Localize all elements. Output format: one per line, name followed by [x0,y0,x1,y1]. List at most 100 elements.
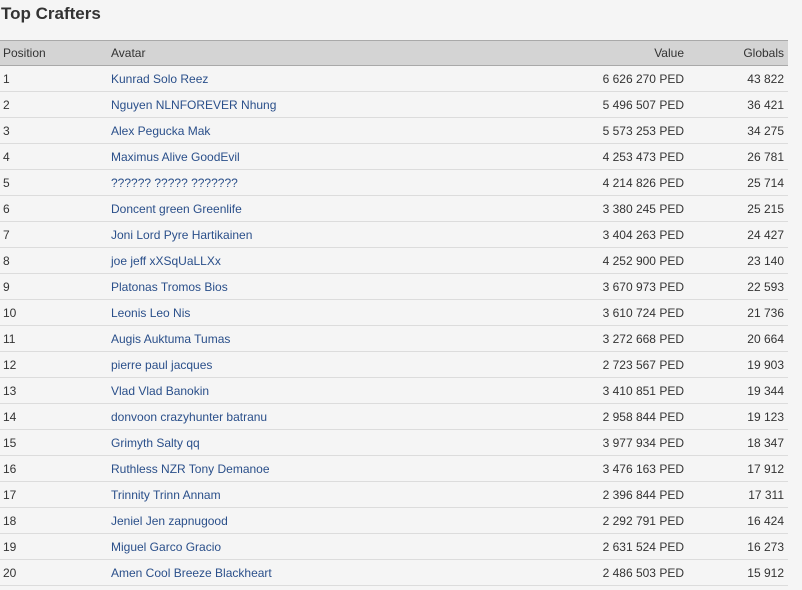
table-row: 5?????? ????? ??????? 4 214 826 PED 25 714 [0,169,788,196]
cell-position: 8 [0,247,110,274]
cell-position: 17 [0,481,110,508]
cell-avatar: Amen Cool Breeze Blackheart [110,559,500,586]
cell-avatar: Platonas Tromos Bios [110,273,500,300]
cell-position: 5 [0,169,110,196]
avatar-link[interactable]: Joni Lord Pyre Hartikainen [111,228,252,242]
table-row: 18 Jeniel Jen zapnugood 2 292 791 PED 16 42… [0,507,788,534]
cell-position: 6 [0,195,110,222]
avatar-link[interactable]: pierre paul jacques [111,358,212,372]
cell-globals: 36 421 [686,91,788,118]
avatar-link[interactable]: Kunrad Solo Reez [111,72,208,86]
cell-globals: 19 344 [686,377,788,404]
cell-globals: 25 714 [686,169,788,196]
cell-value: 5 573 253 PED [500,117,686,144]
table-row: 17 Trinnity Trinn Annam 2 396 844 PED 17 31… [0,481,788,508]
avatar-link[interactable]: ?????? ????? ??????? [111,176,238,190]
table-row: 13 Vlad Vlad Banokin 3 410 851 PED 19 344 [0,377,788,404]
column-header-position[interactable]: Position [0,40,110,66]
cell-globals: 17 912 [686,455,788,482]
cell-avatar: donvoon crazyhunter batranu [110,403,500,430]
cell-globals: 20 664 [686,325,788,352]
cell-position: 14 [0,403,110,430]
column-header-avatar-label: Avatar [111,46,146,60]
table-row: 3 Alex Pegucka Mak 5 573 253 PED 34 275 [0,117,788,144]
table-header-row: Position Avatar Value Globals [0,40,788,66]
cell-avatar: Maximus Alive GoodEvil [110,143,500,170]
cell-avatar: Vlad Vlad Banokin [110,377,500,404]
table-row: 10 Leonis Leo Nis 3 610 724 PED 21 736 [0,299,788,326]
cell-avatar: ?????? ????? ??????? [110,169,500,196]
avatar-link[interactable]: Nguyen NLNFOREVER Nhung [111,98,276,112]
avatar-link[interactable]: Trinnity Trinn Annam [111,488,221,502]
page: Top Crafters Position Avatar Value Globa… [0,0,802,590]
cell-position: 19 [0,533,110,560]
cell-avatar: Miguel Garco Gracio [110,533,500,560]
table-row: 6 Doncent green Greenlife 3 380 245 PED 25 … [0,195,788,222]
table-row: 15 Grimyth Salty qq 3 977 934 PED 18 347 [0,429,788,456]
cell-avatar: Nguyen NLNFOREVER Nhung [110,91,500,118]
cell-avatar: pierre paul jacques [110,351,500,378]
avatar-link[interactable]: Amen Cool Breeze Blackheart [111,566,272,580]
cell-position: 16 [0,455,110,482]
column-header-globals-label: Globals [743,46,784,60]
table-row: 20 Amen Cool Breeze Blackheart 2 486 503 P… [0,559,788,586]
avatar-link[interactable]: Maximus Alive GoodEvil [111,150,240,164]
table-row: 9 Platonas Tromos Bios 3 670 973 PED 22 593 [0,273,788,300]
cell-value: 3 670 973 PED [500,273,686,300]
cell-globals: 16 273 [686,533,788,560]
cell-value: 3 380 245 PED [500,195,686,222]
cell-globals: 22 593 [686,273,788,300]
avatar-link[interactable]: Grimyth Salty qq [111,436,200,450]
cell-avatar: Grimyth Salty qq [110,429,500,456]
cell-position: 1 [0,65,110,92]
cell-avatar: Ruthless NZR Tony Demanoe [110,455,500,482]
cell-avatar: Leonis Leo Nis [110,299,500,326]
cell-globals: 24 427 [686,221,788,248]
cell-globals: 25 215 [686,195,788,222]
avatar-link[interactable]: Jeniel Jen zapnugood [111,514,228,528]
avatar-link[interactable]: Augis Auktuma Tumas [111,332,230,346]
avatar-link[interactable]: donvoon crazyhunter batranu [111,410,267,424]
cell-value: 3 977 934 PED [500,429,686,456]
cell-globals: 19 123 [686,403,788,430]
cell-position: 7 [0,221,110,248]
cell-position: 20 [0,559,110,586]
cell-avatar: Joni Lord Pyre Hartikainen [110,221,500,248]
table-row: 11 Augis Auktuma Tumas 3 272 668 PED 20 664 [0,325,788,352]
avatar-link[interactable]: Miguel Garco Gracio [111,540,221,554]
cell-value: 3 404 263 PED [500,221,686,248]
page-title: Top Crafters [1,4,101,23]
table-row: 4 Maximus Alive GoodEvil 4 253 473 PED 26 7… [0,143,788,170]
cell-position: 15 [0,429,110,456]
avatar-link[interactable]: Vlad Vlad Banokin [111,384,209,398]
cell-position: 3 [0,117,110,144]
avatar-link[interactable]: Doncent green Greenlife [111,202,242,216]
table-row: 19 Miguel Garco Gracio 2 631 524 PED 16 273 [0,533,788,560]
column-header-avatar[interactable]: Avatar [110,40,500,66]
table-body: 1 Kunrad Solo Reez 6 626 270 PED 43 822 2 Ngu… [0,65,788,586]
cell-avatar: Doncent green Greenlife [110,195,500,222]
table-header: Position Avatar Value Globals [0,40,788,66]
avatar-link[interactable]: joe jeff xXSqUaLLXx [111,254,221,268]
cell-avatar: Trinnity Trinn Annam [110,481,500,508]
cell-value: 2 292 791 PED [500,507,686,534]
column-header-value[interactable]: Value [500,40,686,66]
table-row: 12 pierre paul jacques 2 723 567 PED 19 903 [0,351,788,378]
cell-value: 2 396 844 PED [500,481,686,508]
table-row: 14 donvoon crazyhunter batranu 2 958 844 P… [0,403,788,430]
cell-position: 2 [0,91,110,118]
avatar-link[interactable]: Platonas Tromos Bios [111,280,228,294]
table-row: 8 joe jeff xXSqUaLLXx 4 252 900 PED 23 140 [0,247,788,274]
cell-value: 2 631 524 PED [500,533,686,560]
cell-position: 9 [0,273,110,300]
cell-position: 11 [0,325,110,352]
avatar-link[interactable]: Leonis Leo Nis [111,306,190,320]
avatar-link[interactable]: Ruthless NZR Tony Demanoe [111,462,270,476]
avatar-link[interactable]: Alex Pegucka Mak [111,124,210,138]
cell-avatar: joe jeff xXSqUaLLXx [110,247,500,274]
cell-globals: 26 781 [686,143,788,170]
table-row: 1 Kunrad Solo Reez 6 626 270 PED 43 822 [0,65,788,92]
column-header-globals[interactable]: Globals [686,40,788,66]
cell-globals: 16 424 [686,507,788,534]
cell-globals: 21 736 [686,299,788,326]
